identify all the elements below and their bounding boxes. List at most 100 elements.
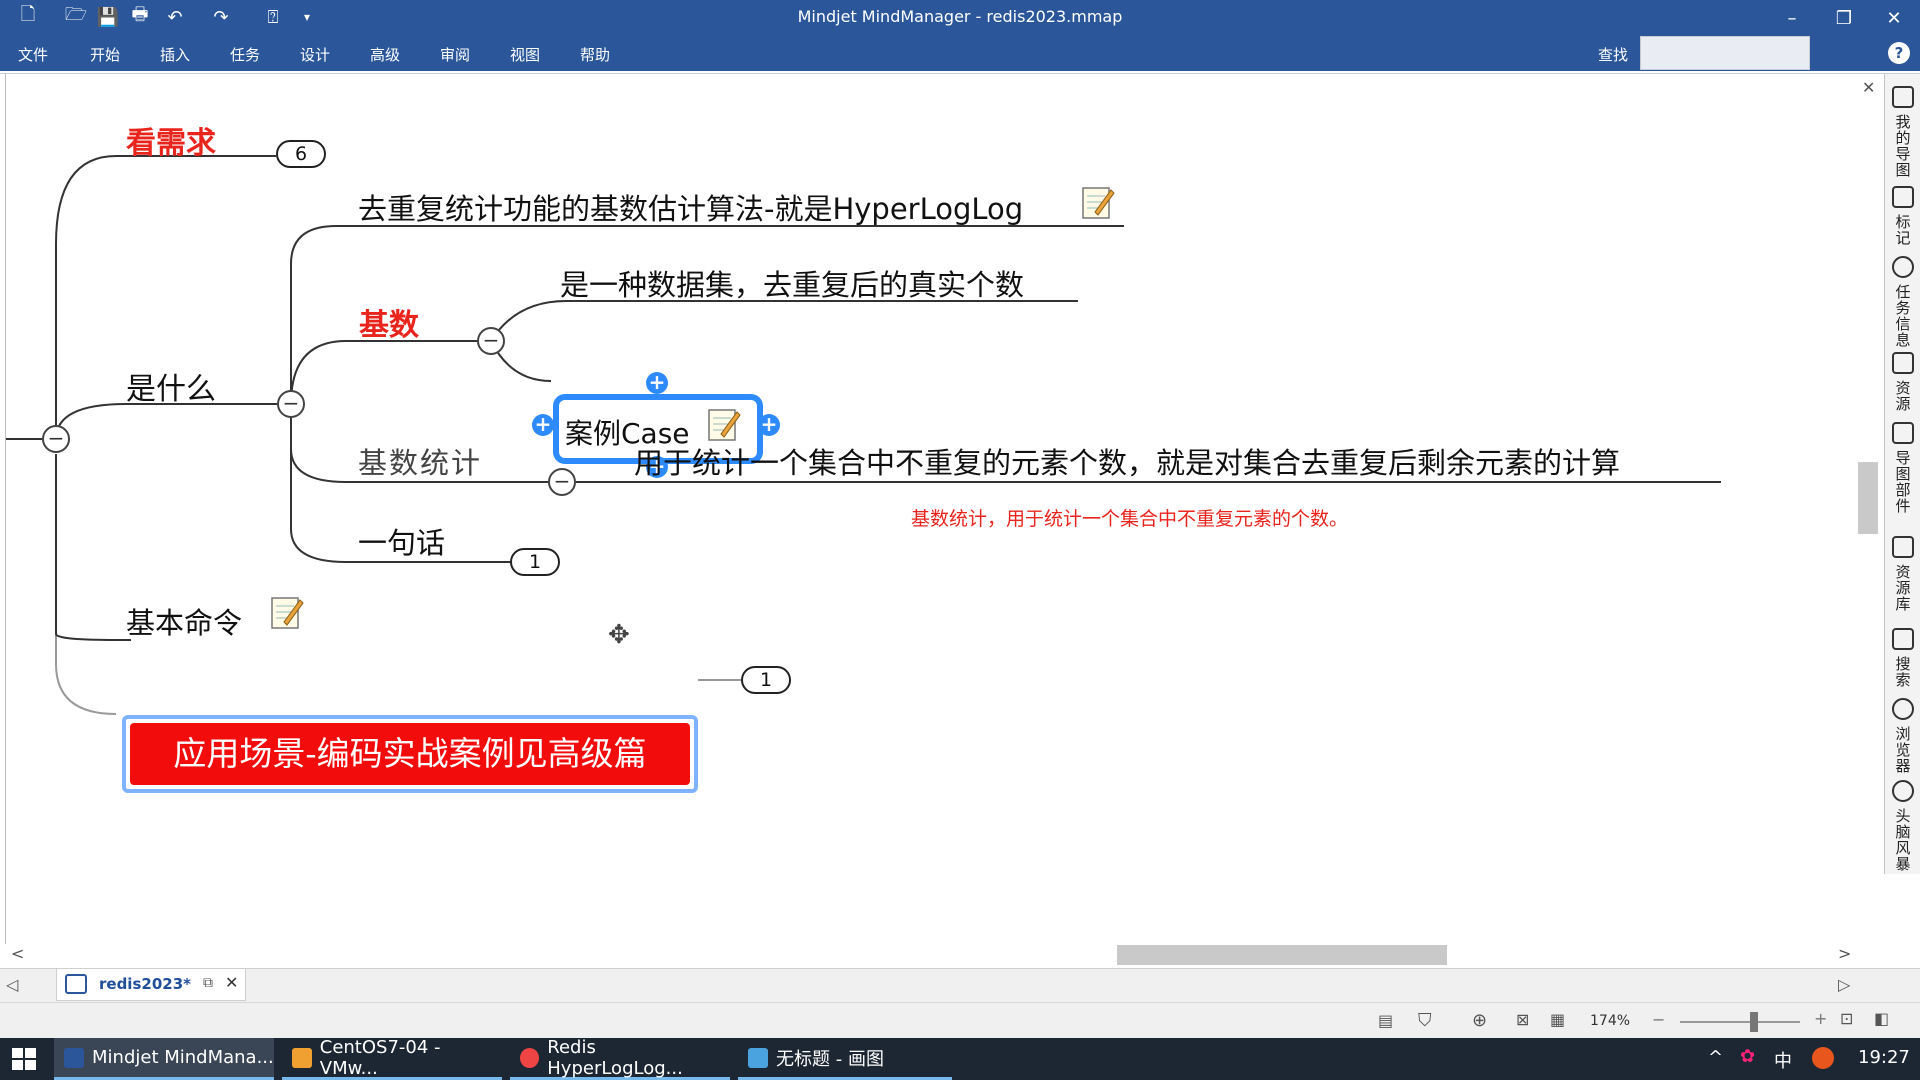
topic-one-sentence-count-badge[interactable]: 1 <box>510 548 560 576</box>
add-topic-left-icon[interactable]: + <box>532 414 554 436</box>
minimize-icon[interactable]: – <box>1772 4 1812 32</box>
collapse-card-stat-button[interactable]: − <box>548 468 576 496</box>
menu-design[interactable]: 设计 <box>300 44 330 65</box>
tab-scroll-left-icon[interactable]: ◁ <box>6 975 18 994</box>
vertical-scroll-thumb[interactable] <box>1858 462 1878 534</box>
task-info-icon <box>1892 256 1914 278</box>
sogou-ime-icon[interactable] <box>1812 1047 1834 1069</box>
search-label: 查找 <box>1598 46 1629 64</box>
ime-indicator[interactable]: 中 <box>1774 1047 1792 1073</box>
note-icon[interactable] <box>270 594 304 630</box>
filter-icon[interactable]: ⛉ <box>1418 1010 1432 1031</box>
menu-home[interactable]: 开始 <box>90 44 120 65</box>
map-canvas[interactable]: − − − − 看需求 6 是什么 去重复统计功能的基数估计算法-就是Hyper… <box>5 74 1857 946</box>
search-input[interactable] <box>1640 36 1810 70</box>
topic-basic-commands[interactable]: 基本命令 <box>126 600 242 642</box>
add-topic-top-icon[interactable]: + <box>646 372 668 394</box>
tab-scroll-right-icon[interactable]: ▷ <box>1838 975 1850 994</box>
side-tab-browser[interactable]: 浏览器 <box>1885 692 1920 774</box>
close-tab-icon[interactable]: ✕ <box>225 973 238 992</box>
layout-menu-icon[interactable]: ◧ <box>1874 1009 1889 1028</box>
collapse-cardinality-button[interactable]: − <box>477 327 505 355</box>
zoom-level: 174% <box>1590 1013 1631 1029</box>
map-parts-icon <box>1892 422 1914 444</box>
float-tab-icon[interactable]: ⧉ <box>203 975 213 991</box>
taskbar-mindmanager[interactable]: Mindjet MindMana... <box>54 1038 274 1080</box>
taskbar-paint[interactable]: 无标题 - 画图 <box>738 1038 952 1080</box>
side-tab-task-info[interactable]: 任务信息 <box>1885 250 1920 348</box>
outline-view-icon[interactable]: ▤ <box>1378 1011 1393 1030</box>
topic-cardinality[interactable]: 基数 <box>359 300 419 344</box>
topic-scenario-count-badge[interactable]: 1 <box>741 666 791 694</box>
mindmanager-window: 🗋 🗁 💾 🖶 ↶ ↷ ⍰ ▾ Mindjet MindManager - re… <box>0 0 1920 1080</box>
document-tab-bar: ◁ redis2023* ⧉ ✕ ▷ <box>0 968 1920 1002</box>
add-topic-right-icon[interactable]: + <box>758 414 780 436</box>
markers-icon <box>1892 186 1914 208</box>
menu-view[interactable]: 视图 <box>510 44 540 65</box>
menu-file[interactable]: 文件 <box>18 44 48 65</box>
my-maps-icon <box>1892 86 1914 108</box>
taskbar-clock[interactable]: 19:27 <box>1858 1047 1910 1068</box>
side-tab-brainstorm[interactable]: 头脑风暴 <box>1885 774 1920 872</box>
zoom-slider[interactable] <box>1680 1021 1800 1023</box>
side-tab-markers[interactable]: 标记 <box>1885 180 1920 246</box>
topic-need[interactable]: 看需求 <box>126 118 216 162</box>
windows-start-icon[interactable] <box>12 1048 36 1070</box>
menu-review[interactable]: 审阅 <box>440 44 470 65</box>
zoom-in-icon[interactable]: + <box>1814 1009 1827 1028</box>
document-tab[interactable]: redis2023* ⧉ ✕ <box>56 969 246 1001</box>
search-icon <box>1892 628 1914 650</box>
status-bar: ▤ ⛉ ⊕ ⊠ ▦ 174% − + ⊡ ◧ <box>0 1002 1920 1038</box>
note-icon[interactable] <box>1081 184 1115 220</box>
topic-card-stat[interactable]: 基数统计 <box>358 440 482 482</box>
close-pane-icon[interactable]: ✕ <box>1862 78 1875 97</box>
topic-need-count-badge[interactable]: 6 <box>276 140 326 168</box>
collapse-what-button[interactable]: − <box>277 390 305 418</box>
collapse-root-button[interactable]: − <box>42 425 70 453</box>
library-icon <box>1892 536 1914 558</box>
page-view-icon[interactable]: ▦ <box>1550 1010 1565 1029</box>
menu-help[interactable]: 帮助 <box>580 44 610 65</box>
side-tab-map-parts[interactable]: 导图部件 <box>1885 416 1920 514</box>
side-tab-resources[interactable]: 资源 <box>1885 346 1920 412</box>
fit-window-icon[interactable]: ⊡ <box>1840 1009 1853 1028</box>
topic-one-sentence[interactable]: 一句话 <box>358 520 445 562</box>
scroll-right-icon[interactable]: > <box>1838 944 1851 963</box>
topic-hyperloglog[interactable]: 去重复统计功能的基数估计算法-就是HyperLogLog <box>358 186 1023 228</box>
tray-app-icon[interactable]: ✿ <box>1740 1046 1755 1067</box>
horizontal-scroll-thumb[interactable] <box>1117 945 1447 965</box>
document-tab-label: redis2023* <box>99 975 191 993</box>
taskbar-vmware[interactable]: CentOS7-04 - VMw... <box>282 1037 502 1080</box>
menu-advanced[interactable]: 高级 <box>370 44 400 65</box>
vmware-app-icon <box>292 1047 312 1068</box>
restore-icon[interactable]: ❐ <box>1824 4 1864 32</box>
ribbon-menu-bar: 文件 开始 插入 任务 设计 高级 审阅 视图 帮助 查找 <box>0 36 1920 71</box>
note-icon[interactable] <box>707 406 741 442</box>
side-tab-my-maps[interactable]: 我的导图 <box>1885 80 1920 178</box>
side-tab-search[interactable]: 搜索 <box>1885 622 1920 688</box>
horizontal-scrollbar[interactable] <box>5 944 1857 966</box>
move-cursor-icon: ✥ <box>608 620 630 650</box>
map-file-icon <box>65 974 87 994</box>
side-tab-library[interactable]: 资源库 <box>1885 530 1920 612</box>
task-pane-tabs: 我的导图 标记 任务信息 资源 导图部件 资源库 搜索 浏览器 头脑风暴 <box>1884 74 1920 874</box>
help-icon[interactable]: ? <box>1888 42 1910 64</box>
tray-expand-icon[interactable]: ^ <box>1708 1047 1723 1068</box>
topic-what[interactable]: 是什么 <box>126 364 216 408</box>
menu-task[interactable]: 任务 <box>230 44 260 65</box>
annotation-text[interactable]: 基数统计，用于统计一个集合中不重复元素的个数。 <box>911 504 1348 531</box>
scroll-left-icon[interactable]: < <box>11 944 24 963</box>
close-icon[interactable]: ✕ <box>1874 4 1914 32</box>
windows-taskbar: Mindjet MindMana... CentOS7-04 - VMw... … <box>0 1037 1920 1080</box>
balance-map-icon[interactable]: ⊕ <box>1472 1010 1487 1031</box>
topic-card-stat-definition[interactable]: 用于统计一个集合中不重复的元素个数，就是对集合去重复后剩余元素的计算 <box>634 440 1620 482</box>
taskbar-chrome[interactable]: Redis HyperLogLog... <box>510 1037 730 1080</box>
menu-insert[interactable]: 插入 <box>160 44 190 65</box>
zoom-out-icon[interactable]: − <box>1652 1010 1665 1029</box>
zoom-slider-thumb[interactable] <box>1750 1012 1758 1032</box>
fit-map-icon[interactable]: ⊠ <box>1516 1010 1529 1029</box>
window-title: Mindjet MindManager - redis2023.mmap <box>797 7 1123 26</box>
lightbulb-icon <box>1892 780 1914 802</box>
topic-cardinality-definition[interactable]: 是一种数据集，去重复后的真实个数 <box>560 262 1024 304</box>
topic-scenario[interactable]: 应用场景-编码实战案例见高级篇 <box>122 715 698 793</box>
